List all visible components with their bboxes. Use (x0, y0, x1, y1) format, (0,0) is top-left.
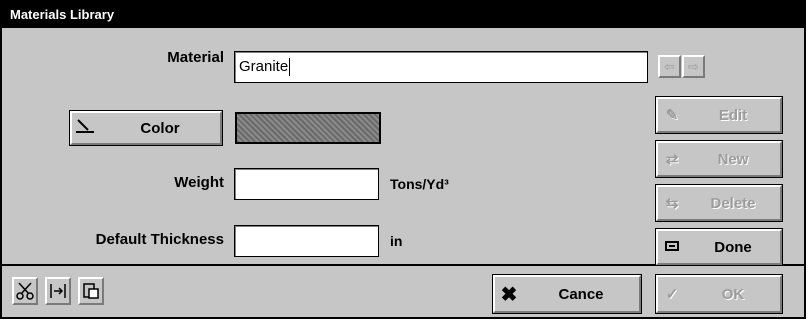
arrow-left-icon: ⇦ (664, 59, 675, 74)
edit-button-label: Edit (718, 106, 748, 124)
bottom-toolbar: ✖ Cance ✓ OK (2, 266, 804, 317)
materials-library-window: Materials Library Material Granite ⇦ ⇨ C… (0, 0, 806, 319)
form-area: Material Granite ⇦ ⇨ Color Weight Tons/Y… (2, 28, 804, 266)
arrow-right-icon: ⇨ (688, 59, 699, 74)
weight-unit: Tons/Yd³ (390, 176, 449, 192)
close-icon: ✖ (500, 283, 518, 306)
done-icon (658, 239, 686, 256)
material-label: Material (167, 49, 224, 66)
next-material-button[interactable]: ⇨ (682, 55, 705, 78)
color-button[interactable]: Color (69, 110, 223, 146)
done-button[interactable]: Done (655, 228, 783, 266)
color-button-label: Color (140, 119, 180, 137)
delete-icon: ⇆ (665, 195, 679, 212)
window-title: Materials Library (2, 2, 804, 28)
split-button[interactable] (45, 277, 71, 305)
paste-button[interactable] (78, 277, 104, 305)
weight-input[interactable] (234, 168, 379, 200)
color-swatch[interactable] (235, 112, 381, 144)
new-button-label: New (717, 150, 749, 168)
text-caret (289, 58, 291, 77)
done-button-label: Done (714, 238, 752, 256)
thickness-input[interactable] (234, 225, 379, 257)
cancel-button-label: Cance (558, 285, 604, 303)
thickness-unit: in (390, 233, 403, 249)
edit-button[interactable]: ✎ Edit (655, 96, 783, 134)
prev-material-button[interactable]: ⇦ (658, 55, 681, 78)
paintbrush-icon (72, 116, 100, 140)
ok-button-label: OK (721, 285, 745, 303)
delete-button-label: Delete (710, 194, 756, 212)
thickness-label: Default Thickness (95, 231, 224, 248)
split-icon (50, 284, 66, 298)
ok-button[interactable]: ✓ OK (655, 274, 783, 314)
material-value: Granite (239, 58, 289, 75)
cut-button[interactable] (12, 277, 38, 305)
checkmark-icon: ✓ (665, 286, 679, 303)
cancel-button[interactable]: ✖ Cance (492, 274, 642, 314)
delete-button[interactable]: ⇆ Delete (655, 184, 783, 222)
new-icon: ⇄ (665, 151, 679, 168)
scissors-icon (16, 282, 34, 300)
weight-label: Weight (174, 174, 224, 191)
edit-icon: ✎ (665, 107, 679, 124)
paste-icon (83, 283, 99, 299)
new-button[interactable]: ⇄ New (655, 140, 783, 178)
material-input[interactable]: Granite (234, 51, 648, 83)
